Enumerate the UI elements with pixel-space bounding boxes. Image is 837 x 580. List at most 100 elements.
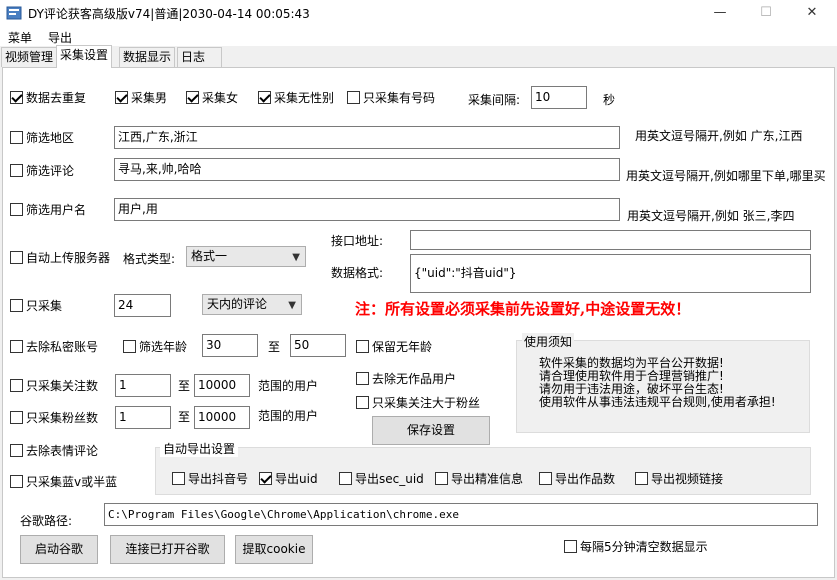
remove-private-checkbox[interactable]: 去除私密账号	[10, 339, 98, 355]
remove-no-works-checkbox[interactable]: 去除无作品用户	[356, 371, 456, 387]
region-input[interactable]: 江西,广东,浙江	[114, 126, 620, 149]
format-type-select[interactable]: 格式一 ▼	[186, 246, 306, 267]
checkbox-box[interactable]	[10, 444, 23, 457]
export-uid-checkbox[interactable]: 导出uid	[259, 471, 318, 487]
followers-from-input[interactable]: 1	[115, 406, 171, 429]
export-video-link-checkbox[interactable]: 导出视频链接	[635, 471, 723, 487]
minimize-button[interactable]: —	[697, 0, 743, 26]
only-collect-checkbox[interactable]: 只采集	[10, 298, 62, 314]
checkbox-box[interactable]	[123, 340, 136, 353]
username-filter-checkbox[interactable]: 筛选用户名	[10, 202, 86, 218]
export-sec-uid-checkbox[interactable]: 导出sec_uid	[339, 471, 424, 487]
menu-item-export[interactable]: 导出	[48, 29, 72, 46]
checkbox-box[interactable]	[10, 411, 23, 424]
following-from-input[interactable]: 1	[115, 374, 171, 397]
checkbox-label: 导出精准信息	[451, 472, 524, 486]
checkbox-box[interactable]	[539, 472, 552, 485]
tab-log[interactable]: 日志	[177, 47, 222, 67]
api-address-label: 接口地址:	[331, 234, 384, 248]
checkbox-box[interactable]	[435, 472, 448, 485]
chrome-path-input[interactable]: C:\Program Files\Google\Chrome\Applicati…	[104, 503, 818, 526]
age-to-input[interactable]: 50	[290, 334, 346, 357]
checkbox-box[interactable]	[10, 91, 23, 104]
checkbox-box[interactable]	[635, 472, 648, 485]
checkbox-box[interactable]	[259, 472, 272, 485]
following-to-label: 至	[178, 379, 191, 393]
following-to-input[interactable]: 10000	[194, 374, 250, 397]
blue-v-checkbox[interactable]: 只采集蓝v或半蓝	[10, 474, 117, 490]
checkbox-box[interactable]	[10, 475, 23, 488]
select-value: 天内的评论	[207, 297, 268, 311]
checkbox-label: 只采集粉丝数	[26, 411, 99, 425]
interval-input[interactable]: 10	[531, 86, 587, 109]
checkbox-label: 去除私密账号	[26, 340, 99, 354]
following-filter-checkbox[interactable]: 只采集关注数	[10, 378, 98, 394]
keep-no-age-checkbox[interactable]: 保留无年龄	[356, 339, 432, 355]
checkbox-label: 导出作品数	[555, 472, 616, 486]
tab-collect-settings[interactable]: 采集设置	[56, 45, 113, 68]
checkbox-box[interactable]	[347, 91, 360, 104]
checkbox-box[interactable]	[356, 372, 369, 385]
days-input[interactable]: 24	[114, 294, 171, 317]
connect-chrome-button[interactable]: 连接已打开谷歌	[110, 535, 225, 564]
checkbox-box[interactable]	[10, 340, 23, 353]
follow-gt-fans-checkbox[interactable]: 只采集关注大于粉丝	[356, 395, 480, 411]
checkbox-box[interactable]	[186, 91, 199, 104]
age-filter-checkbox[interactable]: 筛选年龄	[123, 339, 187, 355]
days-range-select[interactable]: 天内的评论 ▼	[202, 294, 302, 315]
checkbox-label: 采集无性别	[274, 91, 335, 105]
chevron-down-icon: ▼	[292, 252, 300, 263]
auto-upload-checkbox[interactable]: 自动上传服务器	[10, 250, 110, 266]
checkbox-box[interactable]	[10, 203, 23, 216]
remove-emoji-checkbox[interactable]: 去除表情评论	[10, 443, 98, 459]
auto-export-title: 自动导出设置	[160, 440, 239, 457]
checkbox-box[interactable]	[356, 396, 369, 409]
export-works-count-checkbox[interactable]: 导出作品数	[539, 471, 615, 487]
export-douyin-id-checkbox[interactable]: 导出抖音号	[172, 471, 248, 487]
checkbox-label: 去除无作品用户	[372, 372, 457, 386]
menu-item-main[interactable]: 菜单	[8, 29, 32, 46]
checkbox-label: 去除表情评论	[26, 444, 99, 458]
api-address-input[interactable]	[410, 230, 811, 250]
followers-filter-checkbox[interactable]: 只采集粉丝数	[10, 410, 98, 426]
comment-input[interactable]: 寻马,来,帅,哈哈	[114, 158, 620, 181]
followers-to-input[interactable]: 10000	[194, 406, 250, 429]
collect-nogender-checkbox[interactable]: 采集无性别	[258, 90, 334, 106]
export-precise-info-checkbox[interactable]: 导出精准信息	[435, 471, 523, 487]
region-filter-checkbox[interactable]: 筛选地区	[10, 130, 74, 146]
tab-data-display[interactable]: 数据显示	[119, 47, 176, 67]
start-chrome-button[interactable]: 启动谷歌	[20, 535, 98, 564]
clear-every-5min-checkbox[interactable]: 每隔5分钟清空数据显示	[564, 539, 708, 555]
chrome-path-label: 谷歌路径:	[20, 514, 73, 528]
phone-only-checkbox[interactable]: 只采集有号码	[347, 90, 435, 106]
checkbox-box[interactable]	[339, 472, 352, 485]
close-button[interactable]: ✕	[789, 0, 835, 26]
interval-unit: 秒	[603, 93, 616, 107]
checkbox-box[interactable]	[564, 540, 577, 553]
checkbox-box[interactable]	[356, 340, 369, 353]
checkbox-box[interactable]	[10, 251, 23, 264]
dedup-checkbox[interactable]: 数据去重复	[10, 90, 86, 106]
extract-cookie-button[interactable]: 提取cookie	[235, 535, 313, 564]
checkbox-label: 每隔5分钟清空数据显示	[580, 540, 708, 554]
username-input[interactable]: 用户,用	[114, 198, 620, 221]
tab-video-management[interactable]: 视频管理	[1, 47, 58, 67]
maximize-button[interactable]: ☐	[743, 0, 789, 26]
checkbox-box[interactable]	[10, 379, 23, 392]
checkbox-box[interactable]	[172, 472, 185, 485]
followers-to-label: 至	[178, 410, 191, 424]
checkbox-box[interactable]	[10, 131, 23, 144]
comment-filter-checkbox[interactable]: 筛选评论	[10, 163, 74, 179]
checkbox-label: 只采集关注大于粉丝	[372, 396, 481, 410]
checkbox-label: 筛选用户名	[26, 203, 87, 217]
data-format-input[interactable]: {"uid":"抖音uid"}	[410, 254, 811, 293]
collect-male-checkbox[interactable]: 采集男	[115, 90, 167, 106]
age-from-input[interactable]: 30	[202, 334, 258, 357]
save-settings-button[interactable]: 保存设置	[372, 416, 490, 445]
checkbox-box[interactable]	[10, 164, 23, 177]
checkbox-box[interactable]	[10, 299, 23, 312]
collect-female-checkbox[interactable]: 采集女	[186, 90, 238, 106]
checkbox-box[interactable]	[258, 91, 271, 104]
checkbox-box[interactable]	[115, 91, 128, 104]
checkbox-label: 数据去重复	[26, 91, 87, 105]
